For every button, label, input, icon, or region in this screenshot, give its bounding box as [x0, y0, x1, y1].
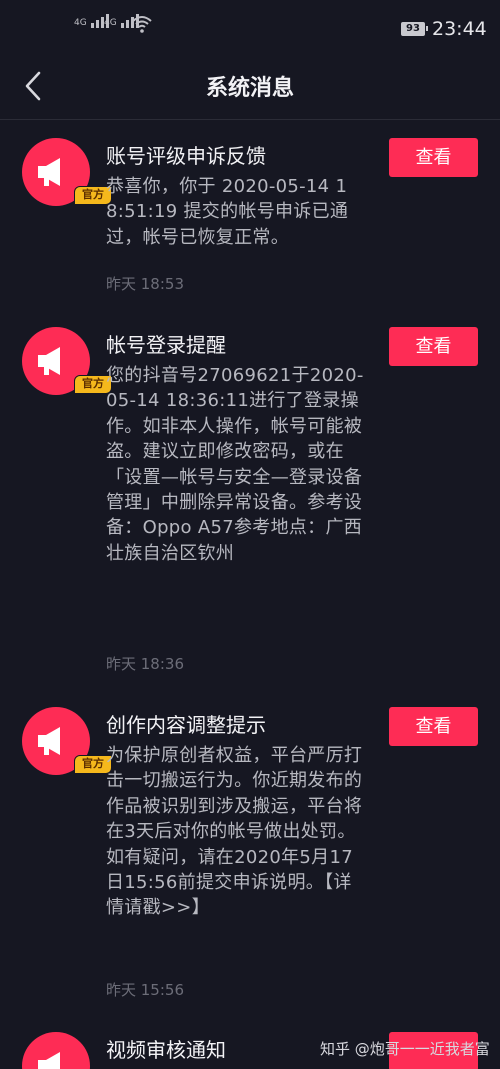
message-time: 昨天 18:53 — [106, 275, 184, 293]
megaphone-icon — [38, 158, 60, 186]
network-type-label: 4G — [104, 18, 117, 28]
view-button[interactable]: 查看 — [389, 707, 478, 746]
wifi-icon — [132, 14, 152, 38]
avatar: 官方 — [22, 707, 112, 775]
network-type-label: 4G — [74, 18, 87, 28]
avatar: 官方 — [22, 138, 112, 206]
megaphone-icon — [38, 1052, 60, 1069]
avatar — [22, 1032, 90, 1069]
megaphone-icon — [38, 347, 60, 375]
view-button[interactable]: 查看 — [389, 138, 478, 177]
watermark: 知乎 @炮哥一一近我者富 — [320, 1040, 490, 1058]
message-title: 创作内容调整提示 — [106, 713, 266, 737]
avatar: 官方 — [22, 327, 112, 395]
view-button[interactable]: 查看 — [389, 327, 478, 366]
status-bar: 4G 4G 93 23:44 — [0, 0, 500, 58]
message-body: 为保护原创者权益，平台严厉打击一切搬运行为。你近期发布的作品被识别到涉及搬运，平… — [106, 745, 363, 919]
megaphone-icon — [38, 727, 60, 755]
message-time: 昨天 15:56 — [106, 981, 184, 999]
status-time: 23:44 — [432, 18, 487, 40]
message-item: 官方 创作内容调整提示 为保护原创者权益，平台严厉打击一切搬运行为。你近期发布的… — [0, 707, 500, 1007]
message-title: 帐号登录提醒 — [106, 333, 226, 357]
message-body: 您的抖音号27069621于2020-05-14 18:36:11进行了登录操作… — [106, 365, 364, 564]
page-title: 系统消息 — [205, 76, 294, 101]
message-body: 恭喜你，你于 2020-05-14 18:51:19 提交的帐号申诉已通过，帐号… — [106, 176, 349, 248]
message-item: 官方 账号评级申诉反馈 恭喜你，你于 2020-05-14 18:51:19 提… — [0, 138, 500, 298]
message-title: 视频审核通知 — [106, 1038, 226, 1062]
battery-icon: 93 — [401, 22, 428, 36]
message-item: 官方 帐号登录提醒 您的抖音号27069621于2020-05-14 18:36… — [0, 327, 500, 677]
message-title: 账号评级申诉反馈 — [106, 144, 266, 168]
message-time: 昨天 18:36 — [106, 655, 184, 673]
header-bar: 系统消息 — [0, 58, 500, 120]
